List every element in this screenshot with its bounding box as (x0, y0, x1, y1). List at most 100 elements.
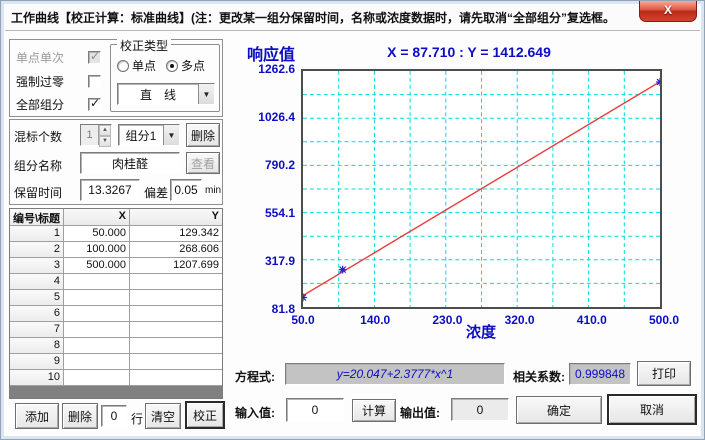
table-cell[interactable]: 9 (10, 354, 64, 369)
table-cell[interactable] (130, 306, 222, 321)
table-cell[interactable]: 100.000 (64, 242, 130, 257)
table-cell[interactable] (130, 322, 222, 337)
table-cell[interactable] (130, 370, 222, 385)
add-row-button[interactable]: 添加 (15, 403, 59, 429)
table-cell[interactable]: 4 (10, 274, 64, 289)
table-cell[interactable]: 5 (10, 290, 64, 305)
radio-multi-point-icon[interactable] (166, 60, 178, 72)
component-section: 混标个数 1 ▲▼ 组分1 ▼ 删除 组分名称 肉桂醛 查看 保留时间 13.3… (9, 119, 223, 205)
table-cell[interactable] (64, 274, 130, 289)
table-cell[interactable]: 10 (10, 370, 64, 385)
table-cell[interactable]: 1 (10, 226, 64, 241)
table-cell[interactable] (64, 338, 130, 353)
ok-button[interactable]: 确定 (516, 396, 602, 424)
table-row[interactable]: 10 (10, 370, 222, 386)
y-tick-label: 1026.4 (235, 110, 295, 124)
print-button[interactable]: 打印 (637, 361, 691, 386)
delete-row-button[interactable]: 删除 (62, 403, 98, 429)
y-tick-label: 554.1 (235, 206, 295, 220)
table-cell[interactable] (130, 338, 222, 353)
close-button[interactable]: X (639, 1, 697, 22)
equation-field: y=20.047+2.3777*x^1 (285, 363, 505, 385)
output-value-label: 输出值: (400, 404, 440, 421)
calibration-type-radios: 单点 多点 (117, 57, 205, 74)
table-row[interactable]: 7 (10, 322, 222, 338)
cancel-button[interactable]: 取消 (607, 394, 697, 425)
chevron-down-icon[interactable]: ▼ (198, 84, 214, 104)
calibration-plot[interactable] (301, 69, 662, 309)
table-header-x: X (64, 209, 130, 225)
equation-label: 方程式: (235, 368, 275, 385)
x-tick-label: 500.0 (649, 313, 679, 327)
x-tick-label: 230.0 (432, 313, 462, 327)
y-tick-label: 790.2 (235, 158, 295, 172)
table-cell[interactable] (64, 306, 130, 321)
input-value-field[interactable]: 0 (286, 398, 344, 422)
table-cell[interactable] (64, 354, 130, 369)
table-row[interactable]: 2100.000268.606 (10, 242, 222, 258)
option-force-zero[interactable]: 强制过零 (16, 73, 101, 89)
calculate-button[interactable]: 计算 (352, 399, 396, 422)
table-cell[interactable]: 7 (10, 322, 64, 337)
correlation-field: 0.999848 (569, 363, 631, 385)
table-cell[interactable] (64, 370, 130, 385)
radio-single-point[interactable]: 单点 (117, 57, 156, 74)
spinner-arrows-icon[interactable]: ▲▼ (98, 125, 111, 145)
table-cell[interactable]: 8 (10, 338, 64, 353)
option-all-components[interactable]: 全部组分 (16, 96, 101, 112)
cursor-readout: X = 87.710 : Y = 1412.649 (387, 44, 551, 60)
component-value: 组分1 (119, 127, 163, 144)
table-cell[interactable] (130, 354, 222, 369)
chevron-down-icon[interactable]: ▼ (163, 125, 179, 145)
table-row[interactable]: 8 (10, 338, 222, 354)
delete-component-button[interactable]: 删除 (186, 123, 220, 147)
component-name-input[interactable]: 肉桂醛 (80, 152, 180, 174)
table-row[interactable]: 4 (10, 274, 222, 290)
table-cell[interactable] (130, 274, 222, 289)
table-cell[interactable]: 500.000 (64, 258, 130, 273)
radio-single-point-icon[interactable] (117, 60, 129, 72)
standards-table: 编号\标题 X Y 150.000129.3422100.000268.6063… (9, 208, 223, 399)
radio-label: 单点 (132, 57, 156, 74)
correlation-label: 相关系数: (513, 368, 565, 385)
deviation-input[interactable]: 0.05 (170, 179, 202, 201)
calibration-dialog: 工作曲线【校正计算：标准曲线】(注：更改某一组分保留时间，名称或浓度数据时，请先… (0, 0, 705, 440)
table-cell[interactable] (64, 290, 130, 305)
table-header-y: Y (130, 209, 222, 225)
table-row[interactable]: 3500.0001207.699 (10, 258, 222, 274)
option-single-point-single[interactable]: 单点单次 (16, 49, 101, 65)
table-row[interactable]: 5 (10, 290, 222, 306)
view-button[interactable]: 查看 (186, 152, 220, 174)
single-point-single-checkbox[interactable] (88, 51, 101, 64)
table-cell[interactable] (130, 290, 222, 305)
table-cell[interactable] (64, 322, 130, 337)
component-dropdown[interactable]: 组分1 ▼ (118, 124, 180, 146)
title-bar: 工作曲线【校正计算：标准曲线】(注：更改某一组分保留时间，名称或浓度数据时，请先… (5, 5, 700, 31)
table-cell[interactable]: 6 (10, 306, 64, 321)
table-cell[interactable]: 50.000 (64, 226, 130, 241)
input-value-label: 输入值: (235, 404, 275, 421)
table-row[interactable]: 9 (10, 354, 222, 370)
calibrate-button[interactable]: 校正 (185, 401, 225, 429)
x-tick-label: 320.0 (505, 313, 535, 327)
radio-multi-point[interactable]: 多点 (166, 57, 205, 74)
table-row[interactable]: 6 (10, 306, 222, 322)
force-zero-checkbox[interactable] (88, 75, 101, 88)
checkbox-label: 全部组分 (16, 96, 74, 113)
table-cell[interactable]: 268.606 (130, 242, 222, 257)
data-point (339, 266, 347, 274)
table-cell[interactable]: 3 (10, 258, 64, 273)
mix-count-spinner[interactable]: 1 ▲▼ (80, 124, 112, 146)
standards-table-body: 150.000129.3422100.000268.6063500.000120… (10, 226, 222, 386)
all-components-checkbox[interactable] (88, 98, 101, 111)
table-cell[interactable]: 2 (10, 242, 64, 257)
calibration-type-title: 校正类型 (117, 37, 171, 54)
table-row[interactable]: 150.000129.342 (10, 226, 222, 242)
table-cell[interactable]: 1207.699 (130, 258, 222, 273)
clear-button[interactable]: 清空 (145, 403, 181, 429)
curve-type-dropdown[interactable]: 直 线 ▼ (117, 83, 215, 105)
output-value-field: 0 (451, 398, 509, 421)
row-count-input[interactable]: 0 (101, 405, 127, 427)
retention-time-input[interactable]: 13.3267 (80, 179, 140, 201)
table-cell[interactable]: 129.342 (130, 226, 222, 241)
